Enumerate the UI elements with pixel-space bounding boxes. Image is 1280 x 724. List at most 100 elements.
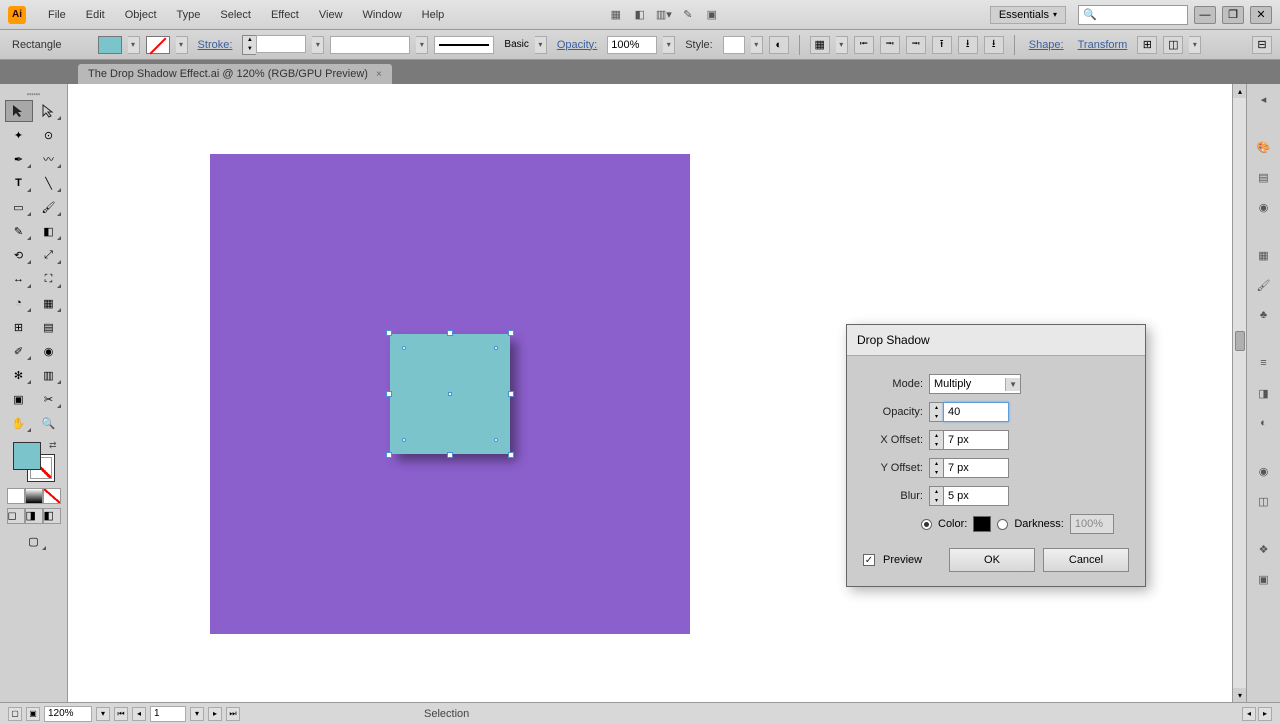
ok-button[interactable]: OK [949, 548, 1035, 572]
isolate-icon[interactable]: ⊞ [1137, 36, 1157, 54]
menu-effect[interactable]: Effect [261, 5, 309, 25]
menu-help[interactable]: Help [412, 5, 455, 25]
bridge-icon[interactable]: ▦ [606, 5, 626, 25]
free-transform-tool[interactable]: ⛶ [35, 268, 63, 290]
search-input[interactable] [1097, 9, 1177, 20]
blur-stepper[interactable]: ▴▾ [929, 486, 943, 506]
style-dropdown[interactable] [751, 36, 763, 54]
none-mode-button[interactable] [43, 488, 61, 504]
perspective-tool[interactable]: ▦ [35, 292, 63, 314]
artboard-input[interactable] [150, 706, 186, 722]
artboard-dropdown[interactable]: ▾ [190, 707, 204, 721]
curvature-tool[interactable]: 〰 [35, 148, 63, 170]
align-dropdown[interactable] [836, 36, 848, 54]
opacity-input[interactable] [607, 36, 657, 54]
yoffset-stepper[interactable]: ▴▾ [929, 458, 943, 478]
minimize-button[interactable]: — [1194, 6, 1216, 24]
shape-builder-tool[interactable]: ◔ [5, 292, 33, 314]
swatches-panel-icon[interactable]: ▦ [1253, 244, 1275, 266]
scroll-down-icon[interactable]: ▾ [1233, 688, 1246, 702]
stock-icon[interactable]: ◧ [630, 5, 650, 25]
color-radio[interactable] [921, 519, 932, 530]
stroke-weight-input[interactable] [256, 35, 306, 53]
eraser-tool[interactable]: ◧ [35, 220, 63, 242]
screen-mode-button[interactable]: ▢ [20, 530, 48, 552]
brush-dropdown[interactable] [535, 36, 547, 54]
align-middle-icon[interactable]: ⭳ [958, 36, 978, 54]
menu-window[interactable]: Window [353, 5, 412, 25]
gradient-tool[interactable]: ▤ [35, 316, 63, 338]
type-tool[interactable]: T [5, 172, 33, 194]
edit-dropdown[interactable] [1189, 36, 1201, 54]
recolor-icon[interactable]: ◐ [769, 36, 789, 54]
prev-artboard-button[interactable]: ◂ [132, 707, 146, 721]
search-box[interactable]: 🔍 [1078, 5, 1188, 25]
close-icon[interactable]: × [376, 69, 382, 80]
blur-input[interactable] [943, 486, 1009, 506]
arrange-icon[interactable]: ▥▾ [654, 5, 674, 25]
workspace-switcher[interactable]: Essentials ▾ [990, 6, 1066, 24]
hscroll-right-button[interactable]: ▸ [1258, 707, 1272, 721]
menu-type[interactable]: Type [167, 5, 211, 25]
menu-view[interactable]: View [309, 5, 353, 25]
opacity-dropdown[interactable] [663, 36, 675, 54]
align-left-icon[interactable]: ⭰ [854, 36, 874, 54]
brush-definition[interactable] [434, 36, 494, 54]
stroke-swatch[interactable] [146, 36, 170, 54]
layers-panel-icon[interactable]: ❖ [1253, 538, 1275, 560]
width-tool[interactable]: ↔ [5, 268, 33, 290]
draw-normal-button[interactable]: ◻ [7, 508, 25, 524]
zoom-dropdown[interactable]: ▾ [96, 707, 110, 721]
shape-link[interactable]: Shape: [1025, 39, 1068, 51]
hand-tool[interactable]: ✋ [5, 412, 33, 434]
graph-tool[interactable]: ▥ [35, 364, 63, 386]
last-artboard-button[interactable]: ⏭ [226, 707, 240, 721]
mesh-tool[interactable]: ⊞ [5, 316, 33, 338]
swap-icon[interactable]: ⇄ [49, 440, 57, 451]
transparency-panel-icon[interactable]: ◐ [1253, 412, 1275, 434]
canvas[interactable]: Drop Shadow Mode: Multiply ▼ Opacity: ▴▾… [68, 84, 1246, 702]
transform-link[interactable]: Transform [1074, 39, 1132, 51]
brushes-panel-icon[interactable]: 🖌 [1253, 274, 1275, 296]
color-swatch[interactable] [973, 516, 991, 532]
align-top-icon[interactable]: ⭱ [932, 36, 952, 54]
libraries-panel-icon[interactable]: ▤ [1253, 166, 1275, 188]
align-center-icon[interactable]: ⭲ [880, 36, 900, 54]
sync-icon[interactable]: ✎ [678, 5, 698, 25]
symbol-sprayer-tool[interactable]: ✻ [5, 364, 33, 386]
xoffset-input[interactable] [943, 430, 1009, 450]
dlg-opacity-input[interactable] [943, 402, 1009, 422]
graphic-styles-panel-icon[interactable]: ◫ [1253, 490, 1275, 512]
maximize-button[interactable]: ❐ [1222, 6, 1244, 24]
next-artboard-button[interactable]: ▸ [208, 707, 222, 721]
zoom-input[interactable] [44, 706, 92, 722]
brush-profile-dropdown[interactable] [416, 36, 428, 54]
scale-tool[interactable]: ⤢ [35, 244, 63, 266]
opacity-link[interactable]: Opacity: [553, 39, 601, 51]
darkness-radio[interactable] [997, 519, 1008, 530]
expand-panels-icon[interactable]: ◂ [1253, 88, 1275, 110]
stroke-link[interactable]: Stroke: [194, 39, 237, 51]
cancel-button[interactable]: Cancel [1043, 548, 1129, 572]
stroke-dropdown[interactable] [176, 36, 188, 54]
align-bottom-icon[interactable]: ⭳ [984, 36, 1004, 54]
xoffset-stepper[interactable]: ▴▾ [929, 430, 943, 450]
paintbrush-tool[interactable]: 🖌 [35, 196, 63, 218]
stroke-weight-stepper[interactable]: ▲▼ [242, 35, 256, 55]
artboard-tool[interactable]: ▣ [5, 388, 33, 410]
preview-checkbox[interactable]: ✓ [863, 554, 875, 566]
first-artboard-button[interactable]: ⏮ [114, 707, 128, 721]
selected-rectangle[interactable] [390, 334, 510, 454]
lasso-tool[interactable]: ⊙ [35, 124, 63, 146]
vertical-scrollbar[interactable]: ▴ ▾ [1232, 84, 1246, 702]
align-right-icon[interactable]: ⭲ [906, 36, 926, 54]
selection-tool[interactable] [5, 100, 33, 122]
magic-wand-tool[interactable]: ✦ [5, 124, 33, 146]
close-button[interactable]: ✕ [1250, 6, 1272, 24]
fill-color[interactable] [13, 442, 41, 470]
scroll-up-icon[interactable]: ▴ [1233, 84, 1246, 98]
scroll-thumb[interactable] [1235, 331, 1245, 351]
fill-dropdown[interactable] [128, 36, 140, 54]
pen-tool[interactable]: ✒ [5, 148, 33, 170]
slice-tool[interactable]: ✂ [35, 388, 63, 410]
